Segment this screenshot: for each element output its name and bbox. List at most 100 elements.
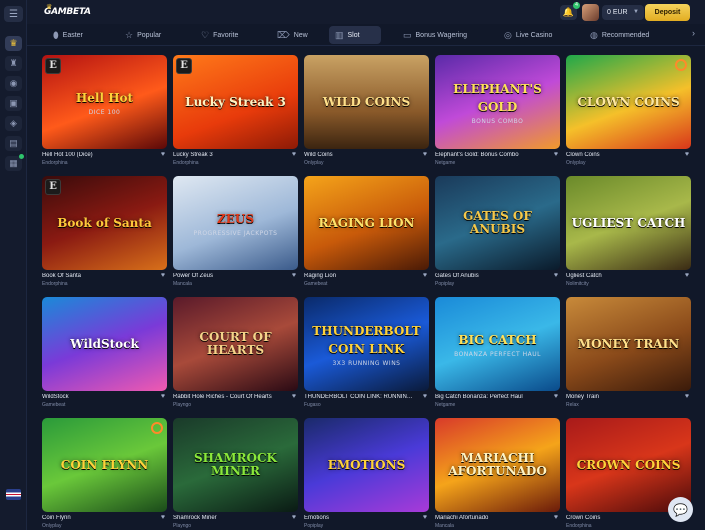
game-card[interactable]: BIG CATCH BONANZA PERFECT HAUL Big Catch B…: [435, 297, 560, 413]
game-name[interactable]: Rabbit Hole Riches - Court Of Hearts: [173, 394, 285, 400]
sidebar-shop-icon[interactable]: ▤: [5, 136, 22, 151]
favorite-heart-icon[interactable]: ♥: [161, 393, 165, 400]
game-thumbnail[interactable]: Lucky Streak 3 E: [173, 55, 298, 149]
user-avatar[interactable]: [582, 4, 599, 21]
game-thumbnail[interactable]: COIN FLYNN: [42, 418, 167, 512]
notifications-button[interactable]: 🔔 4: [560, 2, 580, 20]
game-thumbnail[interactable]: WILD COINS: [304, 55, 429, 149]
game-name[interactable]: Money Train: [566, 394, 678, 400]
game-name[interactable]: Ugliest Catch: [566, 273, 678, 279]
favorite-heart-icon[interactable]: ♥: [554, 151, 558, 158]
tab-new[interactable]: ⌦ New: [271, 26, 314, 44]
tab-recommended[interactable]: ◍ Recommended: [584, 26, 655, 44]
favorite-heart-icon[interactable]: ♥: [292, 514, 296, 521]
game-card[interactable]: WildStock WildStock Gamebeat ♥: [42, 297, 167, 413]
language-flag-icon[interactable]: [6, 489, 21, 500]
sidebar-vip-icon[interactable]: ◈: [5, 116, 22, 131]
favorite-heart-icon[interactable]: ♥: [423, 393, 427, 400]
tab-favorite[interactable]: ♡ Favorite: [195, 26, 244, 44]
game-thumbnail[interactable]: MONEY TRAIN: [566, 297, 691, 391]
game-thumbnail[interactable]: CROWN COINS: [566, 418, 691, 512]
favorite-heart-icon[interactable]: ♥: [685, 151, 689, 158]
game-card[interactable]: Lucky Streak 3 E Lucky Streak 3 Endorphina ♥: [173, 55, 298, 171]
sidebar-live-icon[interactable]: ◉: [5, 76, 22, 91]
favorite-heart-icon[interactable]: ♥: [685, 393, 689, 400]
game-card[interactable]: COURT OF HEARTS Rabbit Hole Riches - Cour…: [173, 297, 298, 413]
sidebar-support-icon[interactable]: ▦: [5, 154, 24, 171]
tab-popular[interactable]: ☆ Popular: [119, 26, 167, 44]
game-name[interactable]: Clown Coins: [566, 152, 678, 158]
sidebar-casino-icon[interactable]: ♛: [5, 36, 22, 51]
tab-live-casino[interactable]: ◎ Live Casino: [498, 26, 558, 44]
game-name[interactable]: Gates Of Anubis: [435, 273, 547, 279]
game-thumbnail[interactable]: Book of Santa E: [42, 176, 167, 270]
game-name[interactable]: Coin Flynn: [42, 515, 154, 521]
game-card[interactable]: UGLIEST CATCH Ugliest Catch Nolimitcity ♥: [566, 176, 691, 292]
chat-support-button[interactable]: 💬: [668, 497, 693, 522]
chevron-right-icon[interactable]: ›: [692, 28, 695, 38]
game-thumbnail[interactable]: MARIACHI AFORTUNADO: [435, 418, 560, 512]
game-card[interactable]: EMOTIONS Emotions Popiplay ♥: [304, 418, 429, 530]
game-thumbnail[interactable]: WildStock: [42, 297, 167, 391]
game-card[interactable]: MARIACHI AFORTUNADO Mariachi Afortunado Ma…: [435, 418, 560, 530]
game-card[interactable]: WILD COINS Wild Coins Onlyplay ♥: [304, 55, 429, 171]
sidebar-promo-icon[interactable]: ▣: [5, 96, 22, 111]
game-card[interactable]: COIN FLYNN Coin Flynn Onlyplay ♥: [42, 418, 167, 530]
game-card[interactable]: Book of Santa E Book Of Santa Endorphina ♥: [42, 176, 167, 292]
favorite-heart-icon[interactable]: ♥: [554, 272, 558, 279]
game-thumbnail[interactable]: COURT OF HEARTS: [173, 297, 298, 391]
favorite-heart-icon[interactable]: ♥: [554, 393, 558, 400]
game-thumbnail[interactable]: UGLIEST CATCH: [566, 176, 691, 270]
game-name[interactable]: Emotions: [304, 515, 416, 521]
game-name[interactable]: Elephant's Gold: Bonus Combo: [435, 152, 547, 158]
game-card[interactable]: RAGING LION Raging Lion Gamebeat ♥: [304, 176, 429, 292]
game-name[interactable]: Shamrock Miner: [173, 515, 285, 521]
game-thumbnail[interactable]: GATES OF ANUBIS: [435, 176, 560, 270]
game-thumbnail[interactable]: RAGING LION: [304, 176, 429, 270]
balance-selector[interactable]: 0 EUR ▼: [602, 5, 644, 20]
game-thumbnail[interactable]: CLOWN COINS: [566, 55, 691, 149]
game-card[interactable]: ZEUS PROGRESSIVE JACKPOTS Power Of Zeus Man…: [173, 176, 298, 292]
tab-slot[interactable]: ▥ Slot: [329, 26, 381, 44]
game-card[interactable]: THUNDERBOLT COIN LINK 3X3 RUNNING WINS THU…: [304, 297, 429, 413]
favorite-heart-icon[interactable]: ♥: [685, 272, 689, 279]
menu-toggle-icon[interactable]: ☰: [4, 6, 23, 22]
favorite-heart-icon[interactable]: ♥: [161, 514, 165, 521]
game-name[interactable]: Lucky Streak 3: [173, 152, 285, 158]
sidebar-trophy-icon[interactable]: ♜: [5, 56, 22, 71]
tab-bonus-wagering[interactable]: ▭ Bonus Wagering: [397, 26, 473, 44]
game-thumbnail[interactable]: ZEUS PROGRESSIVE JACKPOTS: [173, 176, 298, 270]
game-name[interactable]: Book Of Santa: [42, 273, 154, 279]
favorite-heart-icon[interactable]: ♥: [292, 393, 296, 400]
favorite-heart-icon[interactable]: ♥: [161, 151, 165, 158]
game-thumbnail[interactable]: EMOTIONS: [304, 418, 429, 512]
game-thumbnail[interactable]: SHAMROCK MINER: [173, 418, 298, 512]
favorite-heart-icon[interactable]: ♥: [423, 514, 427, 521]
game-name[interactable]: Mariachi Afortunado: [435, 515, 547, 521]
game-card[interactable]: GATES OF ANUBIS Gates Of Anubis Popiplay ♥: [435, 176, 560, 292]
game-name[interactable]: Wild Coins: [304, 152, 416, 158]
favorite-heart-icon[interactable]: ♥: [554, 514, 558, 521]
game-thumbnail[interactable]: ELEPHANT'S GOLD BONUS COMBO: [435, 55, 560, 149]
game-thumbnail[interactable]: Hell Hot DICE 100 E: [42, 55, 167, 149]
game-name[interactable]: Big Catch Bonanza: Perfect Haul: [435, 394, 547, 400]
game-name[interactable]: Raging Lion: [304, 273, 416, 279]
game-card[interactable]: ELEPHANT'S GOLD BONUS COMBO Elephant's Gol…: [435, 55, 560, 171]
favorite-heart-icon[interactable]: ♥: [161, 272, 165, 279]
site-logo[interactable]: ♛ GAMBETA: [44, 3, 91, 20]
game-name[interactable]: Power Of Zeus: [173, 273, 285, 279]
game-name[interactable]: Crown Coins: [566, 515, 678, 521]
game-card[interactable]: MONEY TRAIN Money Train Relax ♥: [566, 297, 691, 413]
favorite-heart-icon[interactable]: ♥: [423, 151, 427, 158]
game-thumbnail[interactable]: BIG CATCH BONANZA PERFECT HAUL: [435, 297, 560, 391]
favorite-heart-icon[interactable]: ♥: [292, 151, 296, 158]
favorite-heart-icon[interactable]: ♥: [292, 272, 296, 279]
tab-easter[interactable]: ⬮ Easter: [47, 26, 89, 44]
favorite-heart-icon[interactable]: ♥: [423, 272, 427, 279]
game-card[interactable]: Hell Hot DICE 100 E Hell Hot 100 (Dice) Endo…: [42, 55, 167, 171]
deposit-button[interactable]: Deposit: [645, 4, 690, 21]
game-name[interactable]: WildStock: [42, 394, 154, 400]
game-card[interactable]: SHAMROCK MINER Shamrock Miner Playngo ♥: [173, 418, 298, 530]
game-name[interactable]: THUNDERBOLT COIN LINK: RUNNING WINS: [304, 394, 416, 400]
game-name[interactable]: Hell Hot 100 (Dice): [42, 152, 154, 158]
